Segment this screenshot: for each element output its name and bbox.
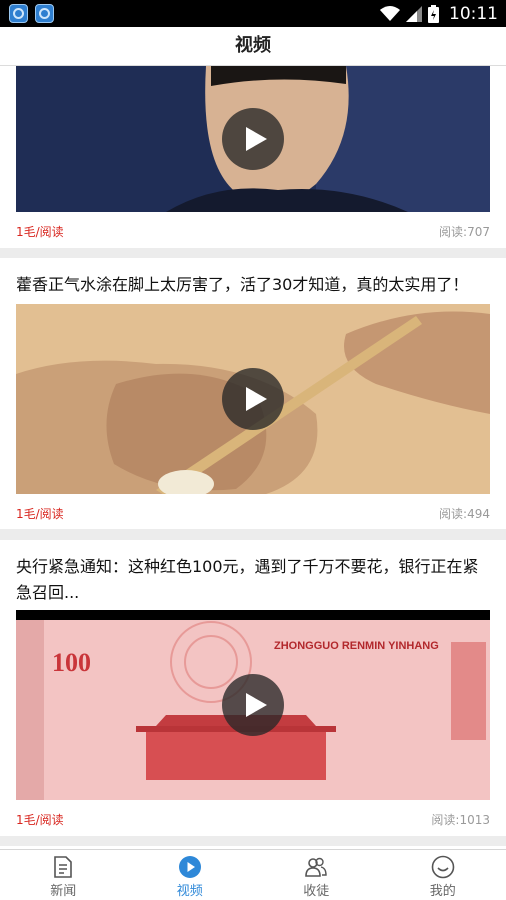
- reward-label: 1毛/阅读: [16, 225, 64, 239]
- video-feed[interactable]: 1毛/阅读 阅读:707 藿香正气水涂在脚上太厉害了，活了30才知道，真的太实用…: [0, 66, 506, 849]
- video-card[interactable]: 央行紧急通知：这种红色100元，遇到了千万不要花，银行正在紧急召回... ZHO…: [0, 540, 506, 836]
- video-thumbnail[interactable]: [16, 304, 490, 494]
- play-icon[interactable]: [222, 108, 284, 170]
- status-bar: 10:11: [0, 0, 506, 27]
- wifi-icon: [380, 5, 400, 21]
- read-count: 阅读:494: [439, 507, 490, 521]
- video-thumbnail[interactable]: [16, 66, 490, 212]
- smiley-icon: [431, 855, 455, 879]
- tab-apprentice[interactable]: 收徒: [253, 850, 380, 900]
- tab-label: 新闻: [50, 884, 77, 899]
- header: 视频: [0, 27, 506, 66]
- tab-label: 我的: [429, 884, 456, 899]
- read-count: 阅读:1013: [431, 813, 490, 827]
- banknote-inscription: ZHONGGUO RENMIN YINHANG: [274, 640, 439, 652]
- battery-icon: [428, 4, 439, 23]
- play-circle-icon: [178, 856, 201, 878]
- read-count: 阅读:707: [439, 225, 490, 239]
- app-notification-icon: [35, 4, 54, 23]
- tab-me[interactable]: 我的: [380, 850, 506, 900]
- video-card[interactable]: 1毛/阅读 阅读:707: [0, 66, 506, 248]
- tab-label: 收徒: [303, 884, 330, 899]
- clock: 10:11: [449, 3, 498, 24]
- banknote-value: 100: [52, 648, 91, 677]
- app-notification-icon: [9, 4, 28, 23]
- reward-label: 1毛/阅读: [16, 813, 64, 827]
- play-icon[interactable]: [222, 674, 284, 736]
- signal-icon: [406, 5, 422, 22]
- video-title[interactable]: 央行紧急通知：这种红色100元，遇到了千万不要花，银行正在紧急召回...: [16, 554, 494, 606]
- tab-news[interactable]: 新闻: [0, 850, 127, 900]
- document-icon: [54, 856, 73, 878]
- video-letterbox: [16, 610, 490, 620]
- video-card[interactable]: 藿香正气水涂在脚上太厉害了，活了30才知道，真的太实用了！ 1毛/阅读 阅读:4…: [0, 258, 506, 529]
- play-icon[interactable]: [222, 368, 284, 430]
- video-title[interactable]: 藿香正气水涂在脚上太厉害了，活了30才知道，真的太实用了！: [16, 272, 494, 298]
- tab-video[interactable]: 视频: [127, 850, 254, 900]
- people-icon: [305, 857, 327, 877]
- reward-label: 1毛/阅读: [16, 507, 64, 521]
- bottom-tab-bar: 新闻 视频 收徒 我的: [0, 849, 506, 900]
- page-title: 视频: [235, 35, 271, 56]
- video-thumbnail[interactable]: ZHONGGUO RENMIN YINHANG 100: [16, 610, 490, 800]
- tab-label: 视频: [176, 884, 203, 899]
